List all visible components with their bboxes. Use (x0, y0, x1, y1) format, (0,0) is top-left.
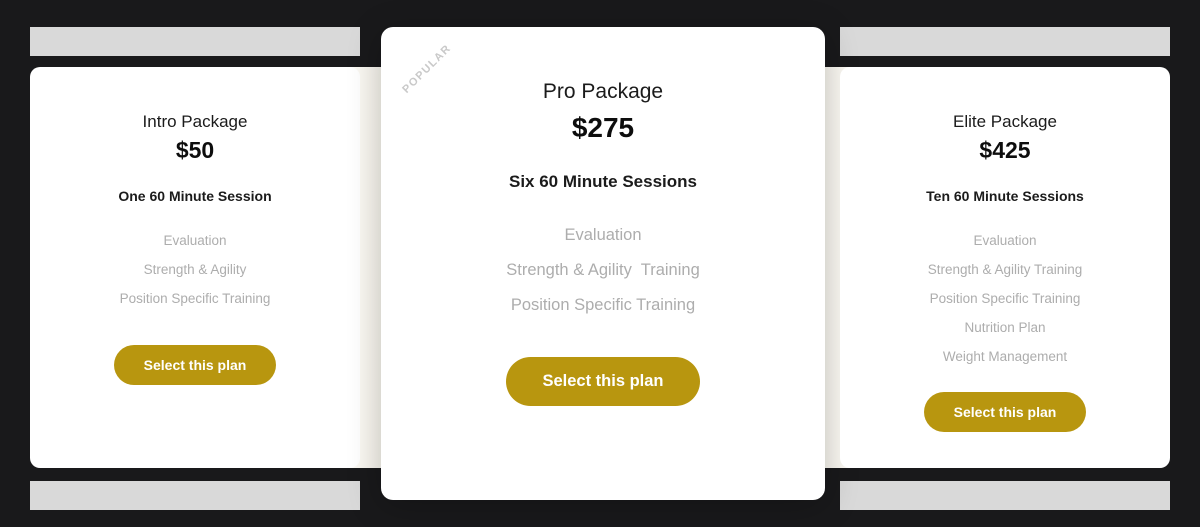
cta-wrapper-elite: Select this plan (840, 391, 1170, 432)
plan-name-intro: Intro Package (142, 112, 248, 131)
feature-item: Nutrition Plan (964, 319, 1046, 335)
pricing-card-intro[interactable]: Intro Package $50 One 60 Minute Session … (30, 67, 360, 468)
select-plan-button-elite[interactable]: Select this plan (923, 391, 1087, 432)
feature-item: Position Specific Training (510, 296, 696, 315)
feature-list-elite: Evaluation Strength & Agility Training P… (840, 226, 1170, 371)
pricing-card-pro[interactable]: POPULAR Pro Package $275 Six 60 Minute S… (381, 27, 825, 500)
feature-item: Position Specific Training (119, 290, 271, 306)
plan-sessions-elite: Ten 60 Minute Sessions (926, 187, 1084, 204)
select-plan-button-intro[interactable]: Select this plan (113, 344, 277, 385)
feature-list-intro: Evaluation Strength & Agility Position S… (30, 226, 360, 313)
feature-item: Evaluation (973, 232, 1037, 248)
select-plan-button-pro[interactable]: Select this plan (506, 357, 700, 407)
cta-wrapper-intro: Select this plan (30, 344, 360, 385)
plan-name-elite: Elite Package (953, 112, 1057, 131)
feature-item: Evaluation (564, 226, 642, 245)
plan-price-elite: $425 (979, 137, 1031, 164)
feature-list-pro: Evaluation Strength & Agility Training P… (381, 218, 825, 323)
plan-sessions-intro: One 60 Minute Session (118, 187, 272, 204)
placeholder-bar-bottom-left (30, 481, 360, 510)
feature-item: Strength & Agility Training (506, 261, 700, 280)
feature-item: Strength & Agility Training (927, 261, 1083, 277)
feature-item: Weight Management (942, 348, 1068, 364)
pricing-card-elite[interactable]: Elite Package $425 Ten 60 Minute Session… (840, 67, 1170, 468)
placeholder-bar-top-left (30, 27, 360, 56)
feature-item: Strength & Agility (143, 261, 247, 277)
cta-wrapper-pro: Select this plan (381, 357, 825, 407)
pricing-page-frame: Intro Package $50 One 60 Minute Session … (0, 0, 1200, 527)
plan-price-intro: $50 (175, 137, 215, 164)
plan-name-pro: Pro Package (542, 80, 664, 103)
placeholder-bar-top-right (840, 27, 1170, 56)
feature-item: Evaluation (163, 232, 227, 248)
placeholder-bar-bottom-right (840, 481, 1170, 510)
feature-item: Position Specific Training (929, 290, 1081, 306)
plan-price-pro: $275 (571, 112, 635, 144)
plan-sessions-pro: Six 60 Minute Sessions (508, 171, 697, 191)
